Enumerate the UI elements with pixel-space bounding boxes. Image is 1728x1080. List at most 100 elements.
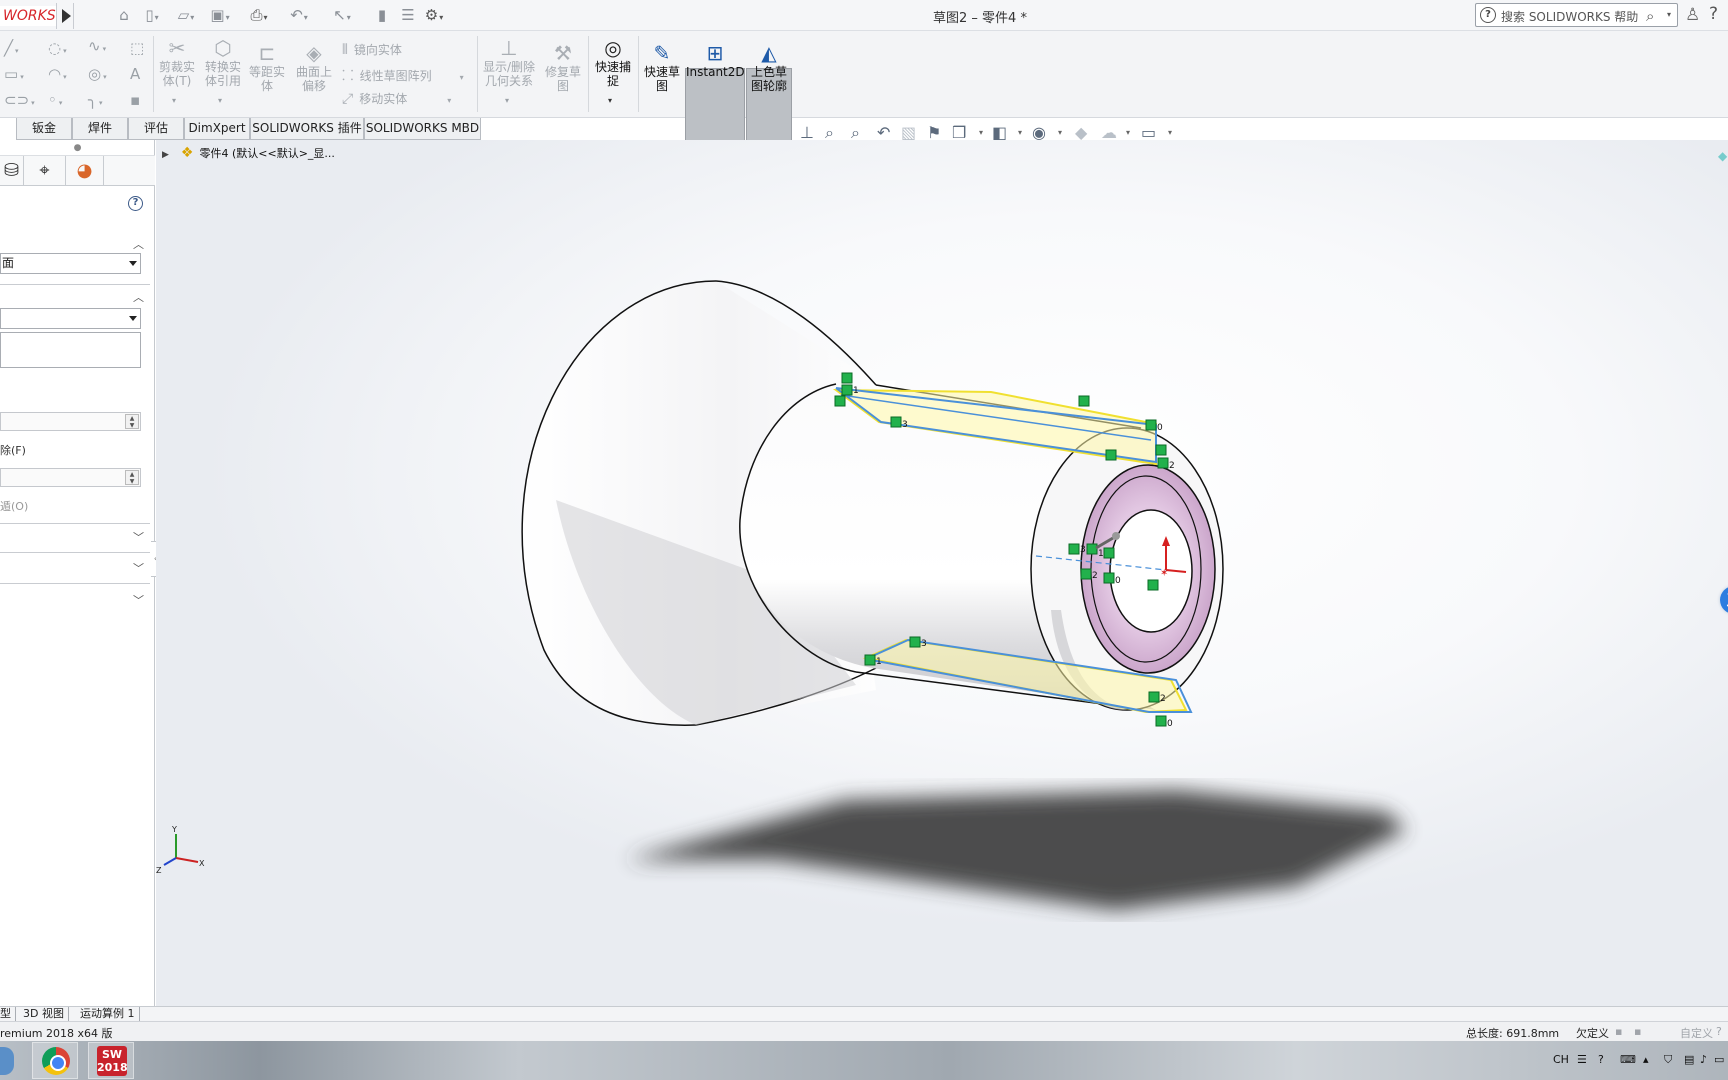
quick-snaps-button[interactable]: ◎ 快速捕 捉 [591, 38, 635, 88]
collapse-chevron-icon[interactable]: ︿ [133, 236, 144, 252]
display-delete-relations-button[interactable]: ⊥ 显示/删除 几何关系 [481, 38, 537, 88]
rebuild-icon[interactable]: ▮ [368, 4, 396, 26]
tab-solidworks-addins[interactable]: SOLIDWORKS 插件 [250, 118, 364, 140]
input-language[interactable]: CH [1553, 1053, 1569, 1066]
help-icon[interactable]: ? [128, 196, 143, 211]
selection-list-box[interactable] [0, 332, 141, 368]
hide-show-dropdown-icon[interactable]: ▾ [1058, 128, 1062, 137]
construction-icon[interactable]: ⬚ [130, 39, 144, 57]
network-tray-icon[interactable]: ▤ [1684, 1053, 1694, 1066]
panel-splitter-handle[interactable]: ● [0, 140, 155, 156]
option-label-o[interactable]: 遁(O) [0, 498, 28, 514]
relations-dropdown-icon[interactable]: ▾ [505, 96, 509, 105]
user-account-icon[interactable]: ♙ [1685, 5, 1700, 25]
expand-chevron-icon[interactable]: ﹀ [133, 529, 144, 545]
taskbar-chrome[interactable] [32, 1042, 78, 1079]
linear-pattern-dropdown-icon[interactable]: ▾ [460, 73, 464, 82]
undo-icon[interactable]: ↶▾ [285, 4, 313, 26]
display-style-dropdown-icon[interactable]: ▾ [1018, 128, 1022, 137]
new-document-icon[interactable]: ▯▾ [138, 4, 166, 26]
tab-sheet-metal[interactable]: 钣金 [16, 118, 72, 140]
file-properties-icon[interactable]: ☰ [394, 4, 422, 26]
move-dropdown-icon[interactable]: ▾ [447, 96, 451, 105]
snap-status-icon[interactable]: ▪ [1634, 1025, 1641, 1038]
menu-arrow-icon[interactable] [62, 9, 71, 23]
convert-entities-button[interactable]: ⬡ 转换实 体引用 [201, 38, 245, 88]
polygon-tool-icon[interactable]: ◎ ▾ [88, 65, 107, 83]
taskbar-solidworks[interactable]: SW 2018 [88, 1042, 134, 1079]
slot-tool-icon[interactable]: ⊂⊃ ▾ [4, 91, 35, 109]
fillet-tool-icon[interactable]: ╮ ▾ [88, 91, 103, 109]
instant2d-button[interactable]: ⊞ Instant2D [686, 43, 745, 79]
start-button-icon[interactable] [0, 1047, 14, 1075]
trim-entities-button[interactable]: ✂ 剪裁实 体(T) [157, 38, 197, 88]
print-icon[interactable]: ⎙▾ [245, 4, 273, 26]
help-tray-icon[interactable]: ? [1598, 1053, 1604, 1066]
tab-model[interactable]: 型 [0, 1007, 16, 1022]
options-gear-icon[interactable]: ⚙▾ [420, 4, 448, 26]
tab-motion-study-1[interactable]: 运动算例 1 [76, 1007, 140, 1022]
solidworks-logo[interactable]: WORKS [0, 6, 56, 26]
spinner-arrows-icon[interactable]: ▲ ▼ [125, 470, 139, 485]
graphics-area[interactable]: ▶ ❖ 零件4 (默认<<默认>_显... ✶ 1 3 0 2 1 3 2 0 … [156, 140, 1728, 1006]
spinner-arrows-icon[interactable]: ▲ ▼ [125, 414, 139, 429]
help-icon[interactable]: ? [1709, 4, 1718, 24]
quick-snaps-dropdown-icon[interactable]: ▾ [608, 96, 612, 105]
text-tool-icon[interactable]: A [130, 65, 140, 83]
move-entities-button[interactable]: ⤢ 移动实体 ▾ [342, 90, 451, 107]
ime-tray-icon[interactable]: ☰ [1577, 1053, 1587, 1066]
search-icon[interactable]: ⌕ [1646, 7, 1654, 25]
value-spinner-2[interactable]: ▲ ▼ [0, 468, 141, 487]
offset-entities-button[interactable]: ⊏ 等距实 体 [247, 43, 287, 93]
view-settings-dropdown-icon[interactable]: ▾ [1168, 128, 1172, 137]
collapse-chevron-icon[interactable]: ︿ [133, 289, 144, 305]
shaded-sketch-contours-button[interactable]: ◭ 上色草 图轮廓 [747, 43, 791, 93]
repair-sketch-button[interactable]: ⚒ 修复草 图 [541, 43, 585, 93]
mirror-entities-button[interactable]: ⫴ 镜向实体 [342, 41, 402, 58]
search-dropdown-icon[interactable]: ▾ [1667, 10, 1671, 19]
help-status-icon[interactable]: ? [1716, 1025, 1722, 1038]
value-spinner[interactable]: ▲ ▼ [0, 412, 141, 431]
trim-dropdown-icon[interactable]: ▾ [172, 96, 176, 105]
security-tray-icon[interactable]: ⛉ [1664, 1053, 1672, 1067]
notification-tray-icon[interactable]: ▭ [1714, 1053, 1724, 1066]
expand-chevron-icon[interactable]: ﹀ [133, 592, 144, 608]
tab-solidworks-mbd[interactable]: SOLIDWORKS MBD [364, 118, 481, 140]
open-folder-icon[interactable]: ▱▾ [172, 4, 200, 26]
plane-tool-icon[interactable]: ▪ [130, 91, 140, 109]
show-hidden-icons[interactable]: ▴ [1643, 1053, 1649, 1066]
task-pane-tab-icon[interactable]: ◆ [1718, 149, 1727, 163]
keyboard-tray-icon[interactable]: ⌨ [1620, 1053, 1636, 1066]
rapid-sketch-button[interactable]: ✎ 快速草 图 [640, 43, 684, 93]
help-search-box[interactable]: ? 搜索 SOLIDWORKS 帮助 ⌕ ▾ [1475, 3, 1678, 27]
configuration-manager-tab-icon[interactable]: ⛁ [0, 156, 24, 186]
tab-weldments[interactable]: 焊件 [72, 118, 128, 140]
convert-dropdown-icon[interactable]: ▾ [218, 96, 222, 105]
view-orientation-dropdown-icon[interactable]: ▾ [979, 128, 983, 137]
rebuild-status-icon[interactable]: ▪ [1615, 1025, 1622, 1038]
option-combo[interactable] [0, 308, 141, 329]
tab-evaluate[interactable]: 评估 [128, 118, 184, 140]
custom-units[interactable]: 自定义 [1680, 1025, 1713, 1041]
select-arrow-icon[interactable]: ↖▾ [328, 4, 356, 26]
volume-tray-icon[interactable]: ♪ [1700, 1053, 1707, 1066]
display-manager-tab-icon[interactable]: ◕ [66, 156, 104, 186]
point-tool-icon[interactable]: ◦ ▾ [48, 91, 62, 109]
model-canvas[interactable]: ✶ 1 3 0 2 1 3 2 0 1 3 2 0 Y X Z [156, 140, 1728, 1006]
option-label-f[interactable]: 除(F) [0, 442, 26, 458]
spline-tool-icon[interactable]: ∿ ▾ [88, 37, 106, 55]
dimxpert-manager-tab-icon[interactable]: ⌖ [24, 156, 66, 186]
home-icon[interactable]: ⌂ [110, 4, 138, 26]
rectangle-tool-icon[interactable]: ▭ ▾ [4, 65, 24, 83]
apply-scene-dropdown-icon[interactable]: ▾ [1126, 128, 1130, 137]
tab-dimxpert[interactable]: DimXpert [184, 118, 250, 140]
linear-pattern-button[interactable]: ⸬ 线性草图阵列 ▾ [342, 66, 464, 85]
save-icon[interactable]: ▣▾ [206, 4, 234, 26]
expand-chevron-icon[interactable]: ﹀ [133, 560, 144, 576]
arc-tool-icon[interactable]: ◠ ▾ [48, 65, 67, 83]
line-tool-icon[interactable]: ╱ ▾ [4, 39, 19, 57]
tab-3d-views[interactable]: 3D 视图 [19, 1007, 69, 1022]
circle-tool-icon[interactable]: ◌ ▾ [48, 39, 67, 57]
offset-on-surface-button[interactable]: ◈ 曲面上 偏移 [292, 43, 336, 93]
selection-combo[interactable]: 面 [0, 253, 141, 274]
